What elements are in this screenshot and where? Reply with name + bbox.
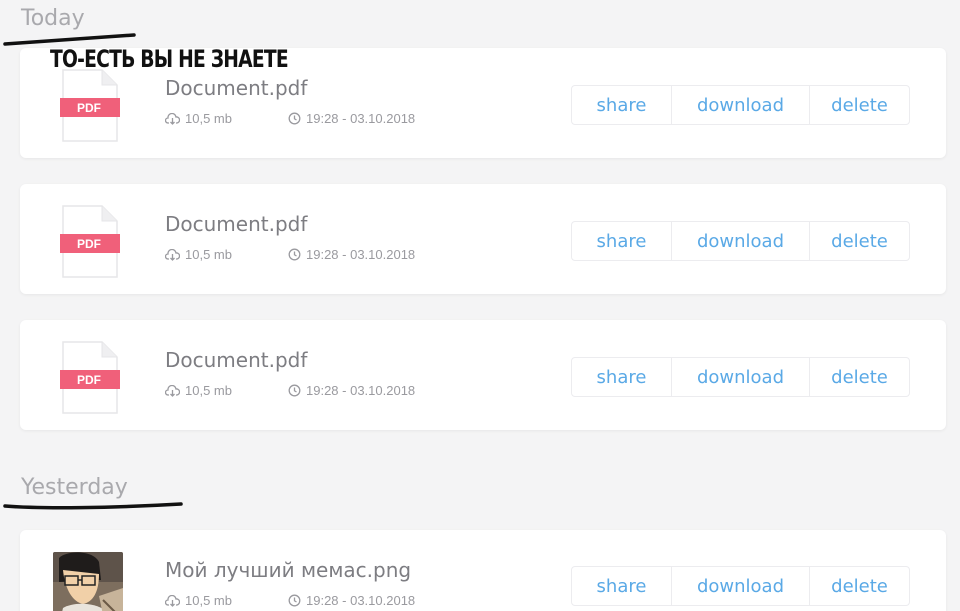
file-size: 10,5 mb (165, 383, 232, 398)
file-actions: share download delete (571, 221, 910, 261)
file-time-value: 19:28 - 03.10.2018 (306, 111, 416, 126)
file-name[interactable]: Document.pdf (165, 348, 307, 372)
cloud-download-icon (165, 594, 180, 607)
file-card: Мой лучший мемас.png 10,5 mb 19:28 - 03.… (20, 530, 946, 611)
share-button[interactable]: share (572, 358, 672, 396)
file-actions: share download delete (571, 357, 910, 397)
delete-button[interactable]: delete (810, 86, 909, 124)
file-card: PDF Document.pdf 10,5 mb 19:28 - 03.10.2… (20, 184, 946, 294)
share-button[interactable]: share (572, 86, 672, 124)
delete-button[interactable]: delete (810, 567, 909, 605)
file-actions: share download delete (571, 566, 910, 606)
file-time: 19:28 - 03.10.2018 (288, 247, 415, 262)
download-button[interactable]: download (672, 222, 810, 260)
file-size: 10,5 mb (165, 593, 232, 608)
file-time-value: 19:28 - 03.10.2018 (306, 383, 416, 398)
file-card: PDF Document.pdf 10,5 mb 19:28 - 03.10.2… (20, 320, 946, 430)
file-time: 19:28 - 03.10.2018 (288, 111, 415, 126)
share-button[interactable]: share (572, 567, 672, 605)
pen-underline-yesterday (3, 502, 183, 510)
file-size: 10,5 mb (165, 247, 232, 262)
file-time-value: 19:28 - 03.10.2018 (306, 247, 416, 262)
download-button[interactable]: download (672, 86, 810, 124)
pdf-file-icon: PDF (60, 69, 120, 142)
file-time-value: 19:28 - 03.10.2018 (306, 593, 416, 608)
clock-icon (288, 248, 301, 261)
pdf-file-icon: PDF (60, 341, 120, 414)
delete-button[interactable]: delete (810, 222, 909, 260)
section-title-yesterday: Yesterday (21, 475, 128, 500)
delete-button[interactable]: delete (810, 358, 909, 396)
share-button[interactable]: share (572, 222, 672, 260)
meme-thumbnail (53, 552, 123, 611)
pdf-badge-label: PDF (77, 237, 101, 251)
overlay-caption: ТО-ЕСТЬ ВЫ НЕ ЗНАЕТЕ (50, 45, 289, 73)
pdf-file-icon: PDF (60, 205, 120, 278)
file-size: 10,5 mb (165, 111, 232, 126)
download-button[interactable]: download (672, 358, 810, 396)
cloud-download-icon (165, 248, 180, 261)
file-time: 19:28 - 03.10.2018 (288, 593, 415, 608)
file-size-value: 10,5 mb (185, 247, 232, 262)
file-size-value: 10,5 mb (185, 383, 232, 398)
cloud-download-icon (165, 384, 180, 397)
clock-icon (288, 384, 301, 397)
file-name[interactable]: Document.pdf (165, 212, 307, 236)
cloud-download-icon (165, 112, 180, 125)
download-button[interactable]: download (672, 567, 810, 605)
file-size-value: 10,5 mb (185, 111, 232, 126)
pdf-badge-label: PDF (77, 373, 101, 387)
file-name[interactable]: Мой лучший мемас.png (165, 558, 411, 582)
file-size-value: 10,5 mb (185, 593, 232, 608)
clock-icon (288, 112, 301, 125)
file-name[interactable]: Document.pdf (165, 76, 307, 100)
section-title-today: Today (21, 6, 85, 31)
clock-icon (288, 594, 301, 607)
pdf-badge-label: PDF (77, 101, 101, 115)
file-actions: share download delete (571, 85, 910, 125)
file-time: 19:28 - 03.10.2018 (288, 383, 415, 398)
